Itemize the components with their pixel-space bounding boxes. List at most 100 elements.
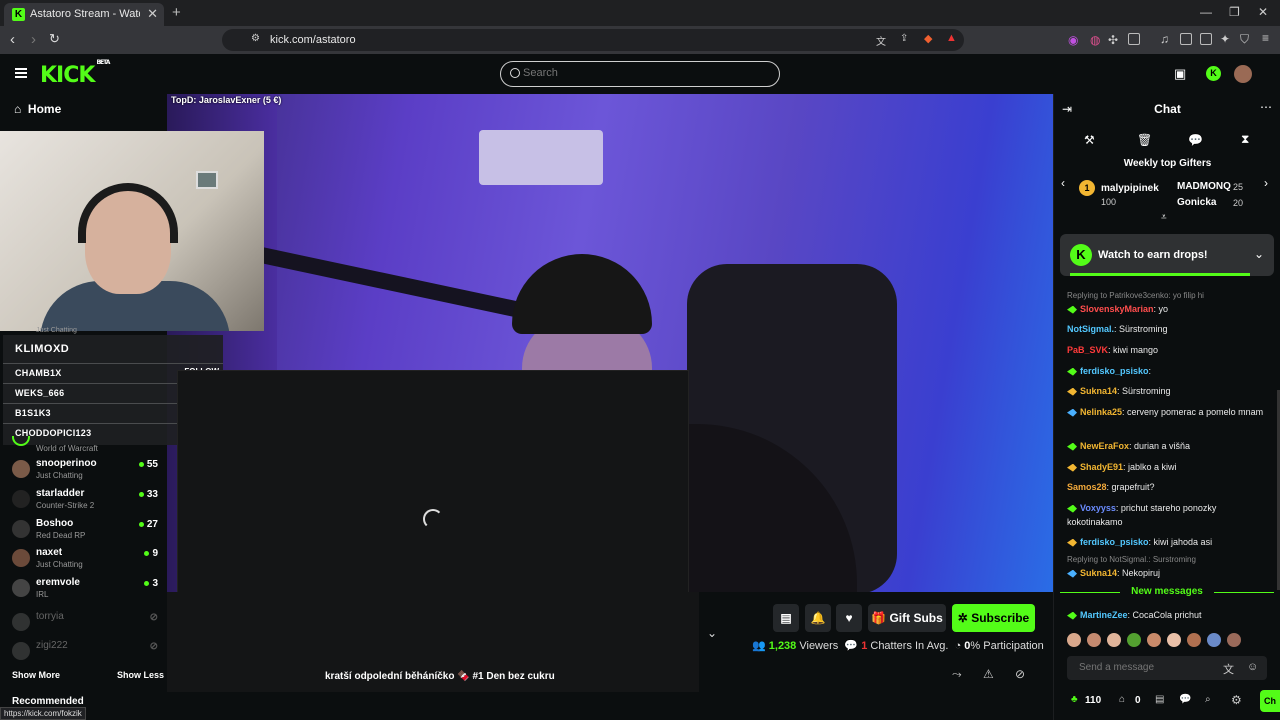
chat-message[interactable]: Voxyyss: prichut stareho ponozky kokotin… [1067,501,1272,529]
sidebar-home[interactable]: ⌂ Home [14,102,61,116]
chat-username[interactable]: ferdisko_psisko [1080,366,1149,376]
chat-username[interactable]: MartineZee [1080,610,1128,620]
follow-button[interactable]: ♥ [836,604,862,632]
close-tab-icon[interactable]: ✕ [147,6,158,22]
translate-icon[interactable]: 文 [1223,661,1234,677]
media-icon[interactable]: ♫ [1160,32,1169,46]
extension-icon[interactable]: ◉ [1068,33,1078,47]
report-icon[interactable]: ⚠ [983,667,994,681]
chat-message[interactable]: SlovenskyMarian: yo [1067,302,1272,316]
chat-username[interactable]: ShadyE91 [1080,462,1123,472]
emote[interactable] [1087,633,1101,647]
chat-username[interactable]: PaB_SVK [1067,345,1108,355]
leo-ai-icon[interactable]: ✦ [1220,32,1230,46]
menu-icon[interactable]: ≡ [1262,31,1269,45]
chat-message[interactable]: Sukna14: Nekopiruj [1067,566,1272,580]
minimize-icon[interactable]: — [1200,5,1212,19]
screenshot-icon[interactable] [1128,33,1140,45]
chat-message[interactable]: NewEraFox: durian a višňa [1067,439,1272,453]
drops-banner[interactable]: K Watch to earn drops! ⌄ [1060,234,1274,276]
forward-icon[interactable]: › [31,31,36,48]
search-input[interactable] [523,67,763,79]
search-icon[interactable]: ⌕ [1205,694,1211,705]
emote[interactable] [1227,633,1241,647]
vpn-icon[interactable]: ⛉ [1240,32,1249,47]
restore-icon[interactable]: ❐ [1229,5,1240,19]
chevron-down-icon[interactable]: ⌄ [707,626,717,640]
more-options-icon[interactable]: ⋯ [1260,100,1272,114]
chat-username[interactable]: NewEraFox [1080,441,1129,451]
emote[interactable] [1147,633,1161,647]
emote-bar[interactable] [1067,633,1267,651]
brave-rewards-icon[interactable]: ▲ [946,32,957,44]
kick-wallet-icon[interactable]: K [1206,66,1221,81]
sidebar-channel[interactable]: eremvole IRL 3 [10,575,162,603]
chat-mode-icon[interactable]: 💬 [1188,133,1203,147]
chevron-right-icon[interactable]: › [1264,176,1268,190]
chat-message[interactable]: MartineZee: CocaCola prichut [1067,608,1272,622]
chat-message[interactable]: Nelinka25: cerveny pomerac a pomelo mnam [1067,405,1272,419]
chat-input-box[interactable]: 文 ☺ [1067,656,1267,680]
gift-icon[interactable]: ▤ [1155,694,1164,705]
emote[interactable] [1127,633,1141,647]
emote[interactable] [1167,633,1181,647]
back-icon[interactable]: ‹ [10,31,15,48]
sidebar-channel[interactable]: snooperinoo Just Chatting 55 [10,456,162,484]
close-window-icon[interactable]: ✕ [1258,5,1268,19]
wallet-icon[interactable] [1200,33,1212,45]
browser-tab[interactable]: K Astatoro Stream - Watch Live ✕ [4,3,164,26]
store-icon[interactable]: ⌂ [1119,694,1125,705]
translate-icon[interactable]: 文 [876,33,886,48]
chat-message[interactable]: NotSigmal.: Sürstroming [1067,322,1272,336]
chevron-left-icon[interactable]: ‹ [1061,176,1065,190]
chat-username[interactable]: Sukna14 [1080,568,1117,578]
clip-button[interactable]: ▤ [773,604,799,632]
hamburger-menu-icon[interactable] [15,68,27,78]
sidebar-channel[interactable]: naxet Just Chatting 9 [10,545,162,573]
sidebar-channel[interactable]: zigi222 ⊘ [10,638,162,666]
sidebar-icon[interactable] [1180,33,1192,45]
chat-message-input[interactable] [1079,662,1219,673]
kick-logo[interactable]: KICKBETA [40,59,110,88]
subscribe-button[interactable]: ✲ Subscribe [952,604,1035,632]
user-avatar[interactable] [1234,65,1252,83]
chat-message[interactable]: ShadyE91: jablko a kiwi [1067,460,1272,474]
chat-message[interactable]: Sukna14: Sürstroming [1067,384,1272,398]
new-tab-icon[interactable]: + [172,4,181,21]
share-icon[interactable]: ⇪ [900,33,908,44]
chat-username[interactable]: ferdisko_psisko [1080,537,1149,547]
share-icon[interactable]: ⤳ [952,667,962,682]
trash-icon[interactable]: 🗑 [1137,133,1152,147]
emote[interactable] [1107,633,1121,647]
slow-mode-hourglass-icon[interactable]: ⧗ [1241,132,1249,147]
show-less-button[interactable]: Show Less [117,670,164,680]
chat-username[interactable]: Nelinka25 [1080,407,1122,417]
chat-message[interactable]: ferdisko_psisko: [1067,364,1272,378]
extension-icon[interactable]: ◍ [1090,33,1100,47]
brave-shield-icon[interactable]: ◆ [924,32,932,45]
site-info-icon[interactable]: ⚙ [251,33,260,44]
gift-subs-button[interactable]: 🎁 Gift Subs [868,604,946,632]
chat-username[interactable]: Samos28 [1067,482,1107,492]
chat-message[interactable]: Samos28: grapefruit? [1067,480,1272,494]
points-count[interactable]: 110 [1085,695,1101,706]
emote[interactable] [1207,633,1221,647]
chat-message[interactable]: PaB_SVK: kiwi mango [1067,343,1272,357]
new-messages-divider[interactable]: New messages [1060,586,1274,597]
chat-username[interactable]: SlovenskyMarian [1080,304,1154,314]
address-bar[interactable]: ⚙ kick.com/astatoro 文 ⇪ ◆ ▲ [222,29,964,51]
emote[interactable] [1067,633,1081,647]
emote[interactable] [1187,633,1201,647]
chat-username[interactable]: Voxyyss [1080,503,1116,513]
chat-username[interactable]: Sukna14 [1080,386,1117,396]
extensions-puzzle-icon[interactable]: ✣ [1108,33,1118,47]
sidebar-channel[interactable]: starladder Counter-Strike 2 33 [10,486,162,514]
chevron-down-icon[interactable]: ⌄ [1254,247,1264,261]
reload-icon[interactable]: ↻ [49,31,60,47]
mod-hammer-icon[interactable]: ⚒ [1084,133,1095,147]
search-bar[interactable] [500,61,780,87]
drops-icon[interactable]: ▣ [1174,66,1186,82]
hide-icon[interactable]: ⊘ [1015,667,1025,681]
settings-gear-icon[interactable]: ⚙ [1231,693,1242,707]
show-more-button[interactable]: Show More [12,670,60,680]
